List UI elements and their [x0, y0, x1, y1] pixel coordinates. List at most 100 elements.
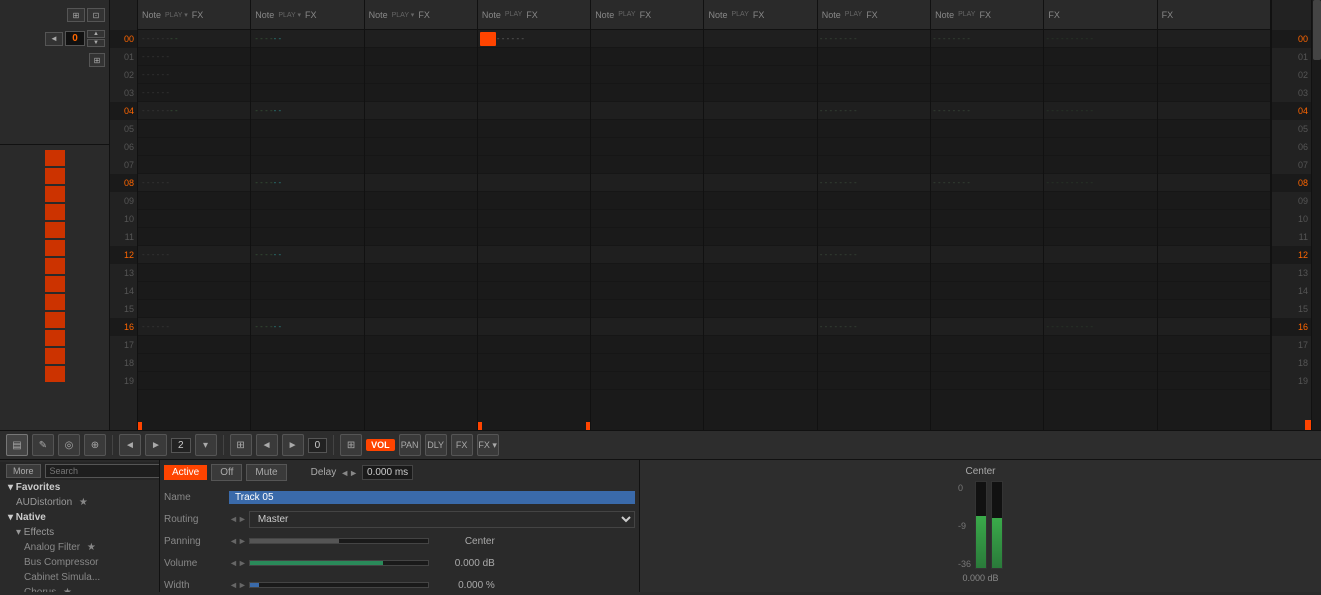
- cell-6-05[interactable]: [704, 120, 816, 138]
- cell-8-19[interactable]: [931, 372, 1043, 390]
- cell-5-03[interactable]: [591, 84, 703, 102]
- cell-3-05[interactable]: [365, 120, 477, 138]
- accent-block-11[interactable]: [45, 348, 65, 364]
- sidebar-icon-1[interactable]: ⊞: [67, 8, 85, 22]
- cell-fx2-14[interactable]: [1158, 282, 1270, 300]
- cell-fx2-04[interactable]: [1158, 102, 1270, 120]
- cell-fx1-19[interactable]: [1044, 372, 1156, 390]
- accent-block-3[interactable]: [45, 204, 65, 220]
- cell-6-15[interactable]: [704, 300, 816, 318]
- arrow-right-tool[interactable]: ►: [145, 434, 167, 456]
- accent-block-10[interactable]: [45, 330, 65, 346]
- cell-1-16[interactable]: - - - - - -: [138, 318, 250, 336]
- browser-item-native[interactable]: ▾ Native: [0, 510, 159, 525]
- cell-fx2-02[interactable]: [1158, 66, 1270, 84]
- cell-2-11[interactable]: [251, 228, 363, 246]
- cell-4-11[interactable]: [478, 228, 590, 246]
- cell-7-06[interactable]: [818, 138, 930, 156]
- cell-8-06[interactable]: [931, 138, 1043, 156]
- accent-block-2[interactable]: [45, 186, 65, 202]
- cell-fx1-09[interactable]: [1044, 192, 1156, 210]
- track-cells-5[interactable]: [591, 30, 703, 430]
- name-input[interactable]: [229, 491, 635, 504]
- cell-8-07[interactable]: [931, 156, 1043, 174]
- cell-3-17[interactable]: [365, 336, 477, 354]
- track-cells-3[interactable]: [365, 30, 477, 430]
- cell-fx2-16[interactable]: [1158, 318, 1270, 336]
- cell-1-17[interactable]: [138, 336, 250, 354]
- cell-fx1-03[interactable]: [1044, 84, 1156, 102]
- browser-item-bus-comp[interactable]: Bus Compressor: [0, 555, 159, 570]
- cell-4-16[interactable]: [478, 318, 590, 336]
- cell-6-00[interactable]: [704, 30, 816, 48]
- cell-fx2-18[interactable]: [1158, 354, 1270, 372]
- zoom-tool-btn[interactable]: ⊕: [84, 434, 106, 456]
- cell-8-16[interactable]: [931, 318, 1043, 336]
- cell-7-19[interactable]: [818, 372, 930, 390]
- cell-5-10[interactable]: [591, 210, 703, 228]
- grid-tool[interactable]: ⊞: [340, 434, 362, 456]
- cell-7-16[interactable]: - - - - - - - -: [818, 318, 930, 336]
- cell-8-04[interactable]: - - - - - - - -: [931, 102, 1043, 120]
- cell-7-05[interactable]: [818, 120, 930, 138]
- cell-1-03[interactable]: - - - - - -: [138, 84, 250, 102]
- cell-1-10[interactable]: [138, 210, 250, 228]
- cell-5-07[interactable]: [591, 156, 703, 174]
- cell-fx2-01[interactable]: [1158, 48, 1270, 66]
- cell-4-12[interactable]: [478, 246, 590, 264]
- cell-6-17[interactable]: [704, 336, 816, 354]
- cell-8-02[interactable]: [931, 66, 1043, 84]
- cell-1-02[interactable]: - - - - - -: [138, 66, 250, 84]
- accent-block-9[interactable]: [45, 312, 65, 328]
- cell-3-02[interactable]: [365, 66, 477, 84]
- cell-4-03[interactable]: [478, 84, 590, 102]
- cell-4-02[interactable]: [478, 66, 590, 84]
- cell-4-15[interactable]: [478, 300, 590, 318]
- cell-1-19[interactable]: [138, 372, 250, 390]
- cell-4-05[interactable]: [478, 120, 590, 138]
- cell-2-02[interactable]: [251, 66, 363, 84]
- cell-3-18[interactable]: [365, 354, 477, 372]
- cell-4-06[interactable]: [478, 138, 590, 156]
- cell-5-01[interactable]: [591, 48, 703, 66]
- cell-8-09[interactable]: [931, 192, 1043, 210]
- accent-block-4[interactable]: [45, 222, 65, 238]
- cell-7-11[interactable]: [818, 228, 930, 246]
- orange-cell-block[interactable]: [480, 32, 496, 46]
- cell-4-19[interactable]: [478, 372, 590, 390]
- cell-8-18[interactable]: [931, 354, 1043, 372]
- cell-fx2-00[interactable]: [1158, 30, 1270, 48]
- cell-6-18[interactable]: [704, 354, 816, 372]
- cell-8-12[interactable]: [931, 246, 1043, 264]
- cell-fx1-18[interactable]: [1044, 354, 1156, 372]
- cell-2-15[interactable]: [251, 300, 363, 318]
- cell-2-08[interactable]: - - - -- -: [251, 174, 363, 192]
- snap-tool[interactable]: ⊞: [230, 434, 252, 456]
- track-cells-6[interactable]: [704, 30, 816, 430]
- cell-8-05[interactable]: [931, 120, 1043, 138]
- tab-mute[interactable]: Mute: [246, 464, 286, 481]
- cell-5-06[interactable]: [591, 138, 703, 156]
- cell-7-01[interactable]: [818, 48, 930, 66]
- cell-4-10[interactable]: [478, 210, 590, 228]
- cell-7-13[interactable]: [818, 264, 930, 282]
- fx2-btn[interactable]: FX ▾: [477, 434, 499, 456]
- cell-4-14[interactable]: [478, 282, 590, 300]
- cell-8-01[interactable]: [931, 48, 1043, 66]
- pan-btn[interactable]: PAN: [399, 434, 421, 456]
- cell-6-19[interactable]: [704, 372, 816, 390]
- cell-fx1-04[interactable]: - - - - - - - - - -: [1044, 102, 1156, 120]
- cell-fx2-07[interactable]: [1158, 156, 1270, 174]
- cell-2-16[interactable]: - - - -- -: [251, 318, 363, 336]
- cell-fx2-06[interactable]: [1158, 138, 1270, 156]
- cell-1-04[interactable]: - - - - - -- -: [138, 102, 250, 120]
- snap-left[interactable]: ◄: [256, 434, 278, 456]
- cell-fx2-05[interactable]: [1158, 120, 1270, 138]
- routing-select[interactable]: Master: [249, 511, 635, 528]
- cell-2-09[interactable]: [251, 192, 363, 210]
- snap-right[interactable]: ►: [282, 434, 304, 456]
- vertical-scrollbar[interactable]: [1311, 0, 1321, 430]
- cell-2-06[interactable]: [251, 138, 363, 156]
- grid-icon[interactable]: ⊞: [89, 53, 105, 67]
- cell-3-06[interactable]: [365, 138, 477, 156]
